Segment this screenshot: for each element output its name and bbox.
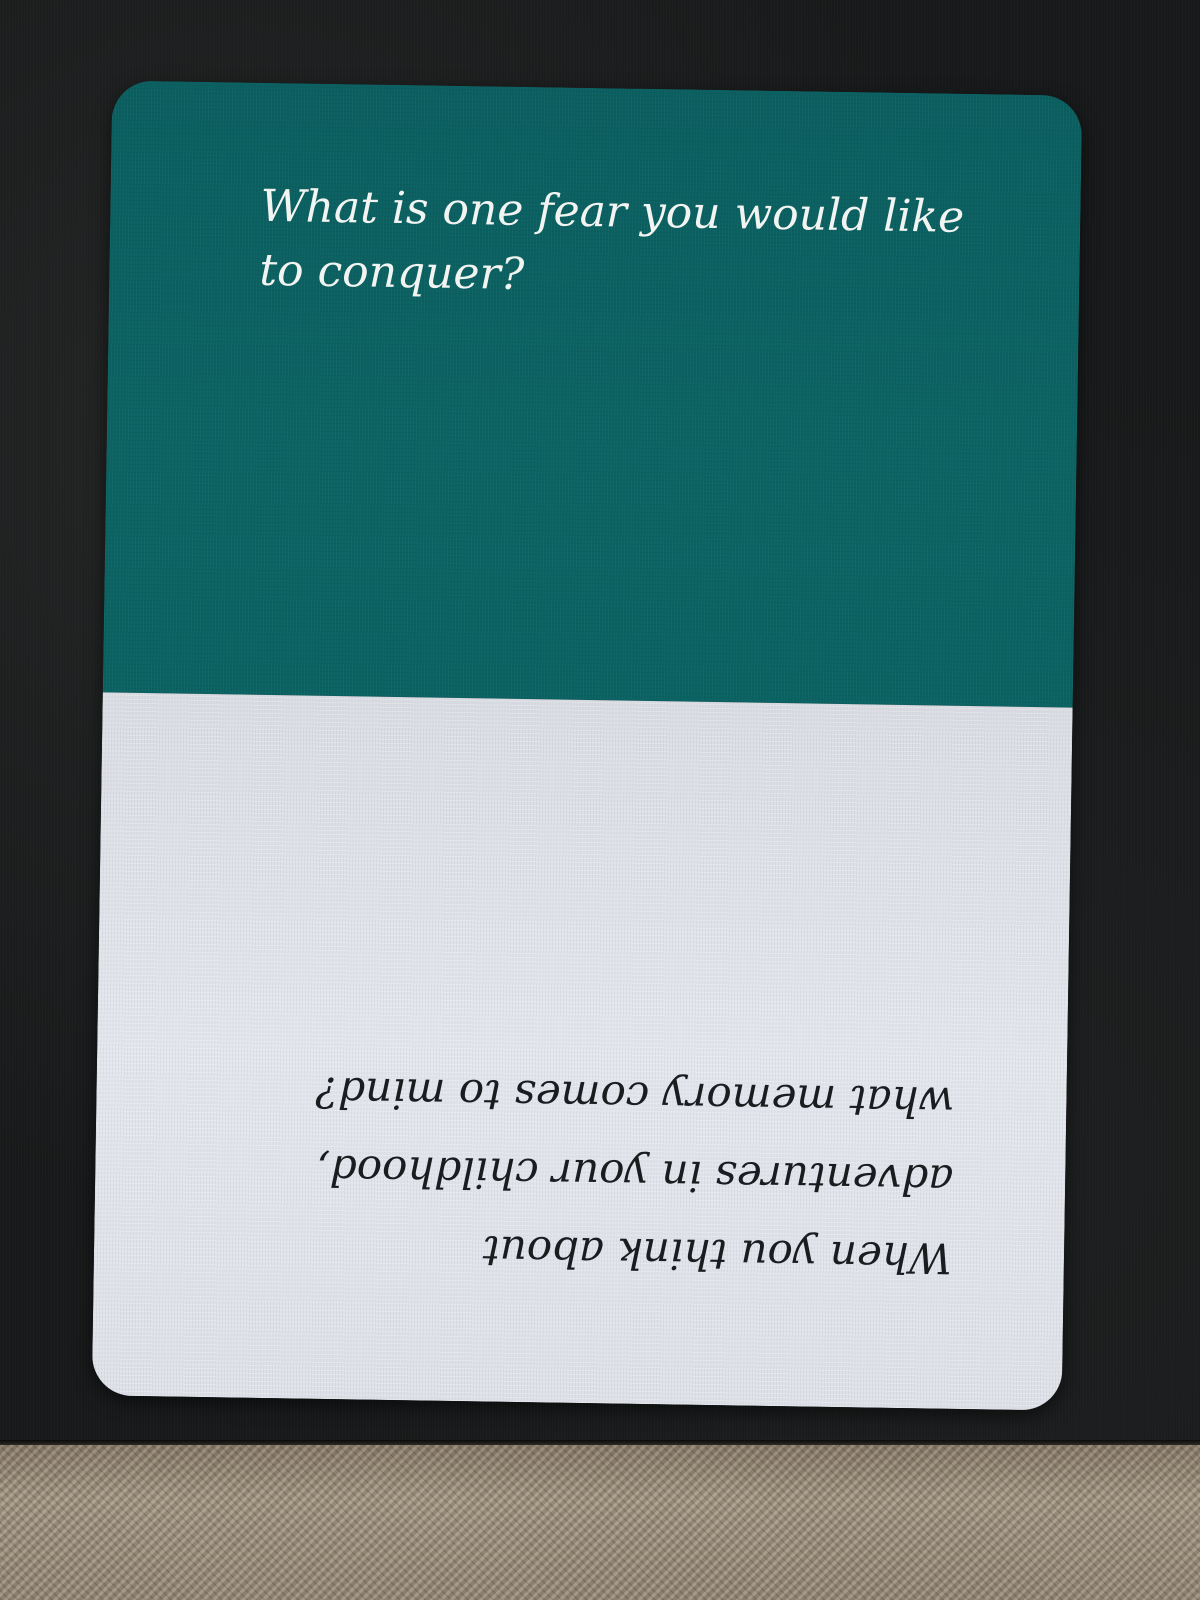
tan-fabric-strip — [0, 1445, 1200, 1600]
question-card: What is one fear you would like to conqu… — [91, 80, 1083, 1411]
card-bottom-half: When you think about adventures in your … — [91, 692, 1073, 1411]
top-question-text: What is one fear you would like to conqu… — [259, 180, 965, 300]
card-top-half: What is one fear you would like to conqu… — [102, 80, 1083, 708]
bottom-question-text-upside-down: When you think about adventures in your … — [315, 1067, 955, 1283]
